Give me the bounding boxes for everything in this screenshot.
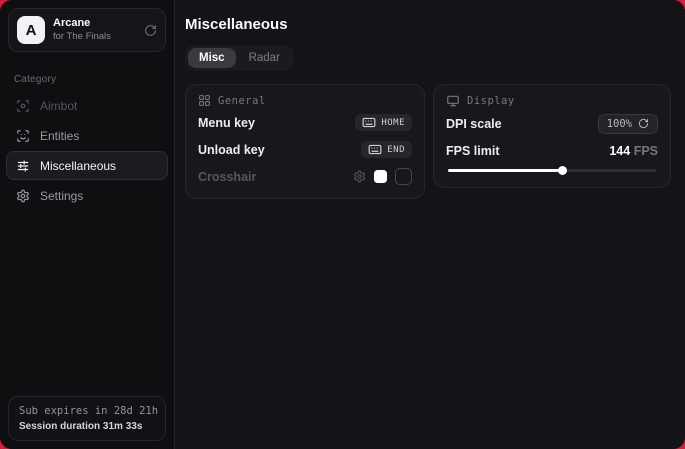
fps-limit-row: FPS limit 144 FPS	[446, 139, 658, 162]
sidebar-item-label: Settings	[40, 189, 83, 203]
menu-key-value: HOME	[381, 118, 405, 128]
sidebar-item-label: Miscellaneous	[40, 159, 116, 173]
category-label: Category	[14, 74, 160, 85]
menu-key-row: Menu key HOME	[198, 111, 412, 134]
display-card-header: Display	[446, 94, 658, 108]
fps-slider-fill	[448, 169, 562, 172]
tab-radar[interactable]: Radar	[238, 48, 291, 68]
general-card-title: General	[218, 95, 266, 107]
scan-face-icon	[16, 129, 30, 143]
fps-unit: FPS	[634, 144, 658, 158]
app-subtitle: for The Finals	[53, 31, 136, 43]
tab-bar: Misc Radar	[185, 45, 294, 71]
crosshair-row: Crosshair	[198, 165, 412, 188]
crosshair-settings-gear-icon[interactable]	[353, 170, 366, 183]
dpi-scale-label: DPI scale	[446, 117, 502, 131]
grid-icon	[198, 94, 211, 107]
unload-key-bind-button[interactable]: END	[361, 141, 412, 158]
menu-key-bind-button[interactable]: HOME	[355, 114, 412, 131]
sidebar-item-entities[interactable]: Entities	[6, 121, 168, 150]
fps-limit-label: FPS limit	[446, 144, 499, 158]
app-title: Arcane	[53, 17, 136, 31]
sidebar-item-settings[interactable]: Settings	[6, 181, 168, 210]
refresh-icon	[638, 118, 649, 129]
dpi-scale-value: 100%	[607, 118, 632, 130]
sidebar: A Arcane for The Finals Category Aimbot	[0, 0, 175, 449]
display-card: Display DPI scale 100% FPS limit 144	[433, 84, 671, 188]
sidebar-item-label: Entities	[40, 129, 79, 143]
cards-row: General Menu key HOME Unload key	[185, 84, 675, 199]
avatar: A	[17, 16, 45, 44]
crosshair-controls	[353, 168, 412, 185]
display-card-title: Display	[467, 95, 515, 107]
sub-expiry-text: Sub expires in 28d 21h	[19, 405, 155, 417]
dpi-scale-row: DPI scale 100%	[446, 112, 658, 135]
fps-limit-slider[interactable]	[448, 166, 656, 175]
dpi-scale-control[interactable]: 100%	[598, 114, 658, 134]
page-title: Miscellaneous	[185, 16, 675, 33]
menu-key-label: Menu key	[198, 116, 255, 130]
app-window: A Arcane for The Finals Category Aimbot	[0, 0, 685, 449]
keyboard-icon	[368, 144, 382, 155]
sidebar-item-aimbot[interactable]: Aimbot	[6, 91, 168, 120]
session-duration-text: Session duration 31m 33s	[19, 421, 155, 432]
general-card: General Menu key HOME Unload key	[185, 84, 425, 199]
profile-card: A Arcane for The Finals	[8, 8, 166, 52]
unload-key-value: END	[387, 145, 405, 155]
unload-key-row: Unload key END	[198, 138, 412, 161]
gear-icon	[16, 189, 30, 203]
fps-slider-thumb[interactable]	[558, 166, 567, 175]
keyboard-icon	[362, 117, 376, 128]
crosshair-enable-checkbox[interactable]	[395, 168, 412, 185]
monitor-icon	[446, 94, 460, 108]
main-panel: Miscellaneous Misc Radar General Menu ke…	[175, 0, 685, 449]
crosshair-label: Crosshair	[198, 170, 256, 184]
fps-limit-value: 144 FPS	[609, 144, 658, 158]
sliders-icon	[16, 159, 30, 173]
scan-target-icon	[16, 99, 30, 113]
crosshair-color-swatch[interactable]	[374, 170, 387, 183]
subscription-box: Sub expires in 28d 21h Session duration …	[8, 396, 166, 441]
sidebar-nav: Aimbot Entities Miscellaneous Settings	[0, 91, 174, 210]
general-card-header: General	[198, 94, 412, 107]
sidebar-item-miscellaneous[interactable]: Miscellaneous	[6, 151, 168, 180]
tab-misc[interactable]: Misc	[188, 48, 236, 68]
fps-number: 144	[609, 144, 630, 158]
sync-icon[interactable]	[144, 24, 157, 37]
profile-text: Arcane for The Finals	[53, 17, 136, 43]
unload-key-label: Unload key	[198, 143, 265, 157]
sidebar-item-label: Aimbot	[40, 99, 77, 113]
